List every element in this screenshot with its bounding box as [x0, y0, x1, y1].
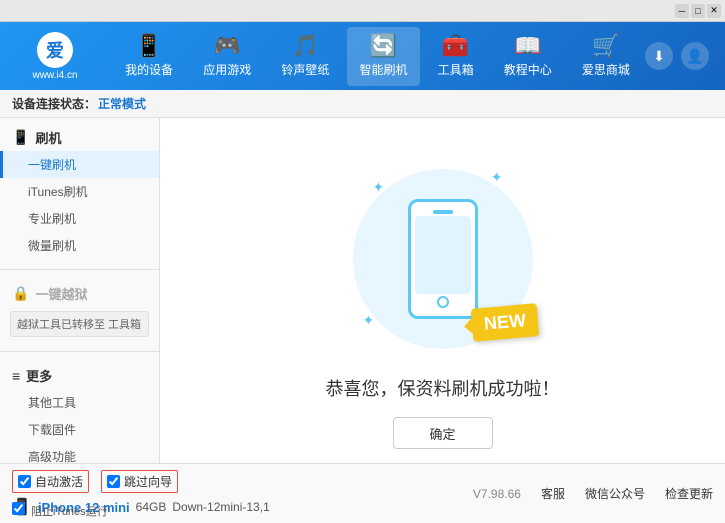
user-icon: 👤: [686, 48, 703, 65]
version-label: V7.98.66: [473, 487, 521, 501]
logo-icon: 爱: [37, 32, 73, 68]
advanced-label: 高级功能: [28, 450, 76, 464]
sidebar-item-other-tools[interactable]: 其他工具: [0, 389, 159, 416]
device-storage: 64GB: [136, 500, 167, 514]
nav-apps-label: 应用游戏: [203, 61, 251, 78]
sidebar-section-jailbreak: 🔒 一键越狱 越狱工具已转移至 工具箱: [0, 274, 159, 347]
nav-my-device-label: 我的设备: [125, 61, 173, 78]
minimize-button[interactable]: ─: [675, 4, 689, 18]
nav-toolbox[interactable]: 🧰 工具箱: [426, 27, 486, 86]
nav-smart-flash-label: 智能刷机: [359, 61, 407, 78]
sidebar-group-jailbreak: 🔒 一键越狱: [0, 280, 159, 307]
nav-smart-flash[interactable]: 🔄 智能刷机: [347, 27, 419, 86]
other-tools-label: 其他工具: [28, 396, 76, 410]
phone-screen: [415, 216, 471, 294]
logo[interactable]: 爱 www.i4.cn: [0, 32, 110, 81]
nav-mall-label: 爱思商城: [582, 61, 630, 78]
nav-tutorial[interactable]: 📖 教程中心: [492, 27, 564, 86]
itunes-status-text: 阻止iTunes运行: [31, 506, 108, 518]
nav-tutorial-icon: 📖: [514, 35, 541, 57]
download-button[interactable]: ⬇: [645, 42, 673, 70]
nav-toolbox-icon: 🧰: [442, 35, 469, 57]
sparkle-icon-2: ✦: [491, 169, 503, 186]
skip-wizard-label: 跳过向导: [124, 473, 172, 490]
phone-home-button: [437, 296, 449, 308]
nav-smart-flash-icon: 🔄: [370, 35, 397, 57]
lock-icon: 🔒: [12, 285, 29, 302]
sidebar-item-itunes-flash[interactable]: iTunes刷机: [0, 178, 159, 205]
bottom-bar: 自动激活 跳过向导 📱 iPhone 12 mini 64GB Down-12m…: [0, 463, 725, 523]
sparkle-icon-3: ✦: [363, 312, 375, 329]
sidebar-divider-2: [0, 351, 159, 352]
nav-ringtones-label: 铃声壁纸: [281, 61, 329, 78]
logo-subtext: www.i4.cn: [32, 70, 77, 81]
jailbreak-info: 越狱工具已转移至 工具箱: [10, 311, 149, 337]
skip-wizard-checkbox[interactable]: 跳过向导: [101, 470, 178, 493]
phone-illustration: ✦ ✦ ✦ NEW: [343, 159, 543, 359]
flash-group-icon: 📱: [12, 129, 29, 146]
download-icon: ⬇: [653, 48, 665, 65]
sidebar-group-flash-label: 刷机: [35, 128, 61, 147]
sidebar-group-more: ≡ 更多: [0, 362, 159, 389]
download-firmware-label: 下载固件: [28, 423, 76, 437]
sidebar-divider-1: [0, 269, 159, 270]
sidebar-item-download-firmware[interactable]: 下载固件: [0, 416, 159, 443]
user-button[interactable]: 👤: [681, 42, 709, 70]
sidebar-item-micro-flash[interactable]: 微量刷机: [0, 232, 159, 259]
nav-my-device-icon: 📱: [135, 35, 162, 57]
itunes-checkbox[interactable]: [12, 502, 25, 515]
nav-apps-games[interactable]: 🎮 应用游戏: [191, 27, 263, 86]
sidebar-pro-label: 专业刷机: [28, 212, 76, 226]
bottom-checkboxes: 自动激活 跳过向导: [12, 470, 270, 493]
jailbreak-info-text: 越狱工具已转移至 工具箱: [17, 319, 141, 331]
sidebar-group-more-label: 更多: [26, 366, 52, 385]
nav-tutorial-label: 教程中心: [504, 61, 552, 78]
sidebar-itunes-label: iTunes刷机: [28, 185, 88, 199]
phone-speaker: [433, 210, 453, 214]
auto-start-label: 自动激活: [35, 473, 83, 490]
sidebar-one-click-label: 一键刷机: [28, 158, 76, 172]
sidebar-section-flash: 📱 刷机 一键刷机 iTunes刷机 专业刷机 微量刷机: [0, 118, 159, 265]
top-nav: 爱 www.i4.cn 📱 我的设备 🎮 应用游戏 🎵 铃声壁纸 🔄 智能刷机 …: [0, 22, 725, 90]
nav-mall[interactable]: 🛒 爱思商城: [570, 27, 642, 86]
sparkle-icon-1: ✦: [373, 179, 385, 196]
sidebar-micro-label: 微量刷机: [28, 239, 76, 253]
nav-items: 📱 我的设备 🎮 应用游戏 🎵 铃声壁纸 🔄 智能刷机 🧰 工具箱 📖 教程中心…: [110, 22, 645, 90]
wechat-link[interactable]: 微信公众号: [585, 485, 645, 502]
sidebar-group-flash: 📱 刷机: [0, 124, 159, 151]
phone-shape: [408, 199, 478, 319]
skip-wizard-input[interactable]: [107, 475, 120, 488]
close-button[interactable]: ✕: [707, 4, 721, 18]
more-icon: ≡: [12, 368, 20, 384]
status-bar: 设备连接状态： 正常模式: [0, 90, 725, 118]
sidebar-group-jailbreak-label: 一键越狱: [35, 284, 87, 303]
nav-ringtones[interactable]: 🎵 铃声壁纸: [269, 27, 341, 86]
confirm-button[interactable]: 确定: [393, 417, 493, 449]
nav-my-device[interactable]: 📱 我的设备: [113, 27, 185, 86]
auto-start-checkbox[interactable]: 自动激活: [12, 470, 89, 493]
sidebar-item-one-click-flash[interactable]: 一键刷机: [0, 151, 159, 178]
nav-toolbox-label: 工具箱: [438, 61, 474, 78]
maximize-button[interactable]: □: [691, 4, 705, 18]
title-bar: ─ □ ✕: [0, 0, 725, 22]
sidebar-item-pro-flash[interactable]: 专业刷机: [0, 205, 159, 232]
success-text: 恭喜您，保资料刷机成功啦！: [326, 375, 560, 401]
nav-right-actions: ⬇ 👤: [645, 42, 725, 70]
status-label: 设备连接状态：: [12, 95, 96, 112]
support-link[interactable]: 客服: [541, 485, 565, 502]
new-badge: NEW: [470, 303, 539, 342]
itunes-status: 阻止iTunes运行: [12, 502, 108, 519]
nav-apps-icon: 🎮: [214, 35, 241, 57]
bottom-right: V7.98.66 客服 微信公众号 检查更新: [473, 485, 713, 502]
success-content: ✦ ✦ ✦ NEW 恭喜您，保资料刷机成功啦！ 确定 查看日志: [326, 159, 560, 482]
device-system: Down-12mini-13,1: [172, 500, 269, 514]
sidebar-section-more: ≡ 更多 其他工具 下载固件 高级功能: [0, 356, 159, 476]
status-value: 正常模式: [98, 95, 146, 112]
nav-mall-icon: 🛒: [592, 35, 619, 57]
auto-start-input[interactable]: [18, 475, 31, 488]
check-update-link[interactable]: 检查更新: [665, 485, 713, 502]
nav-ringtones-icon: 🎵: [292, 35, 319, 57]
